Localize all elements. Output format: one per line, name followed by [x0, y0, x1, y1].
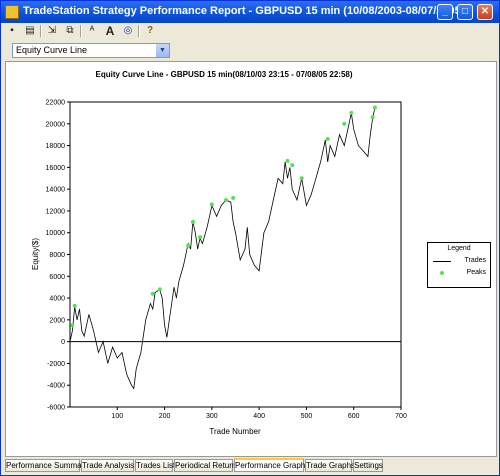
- x-tick-label: 500: [301, 413, 313, 420]
- tab-settings[interactable]: Settings: [353, 459, 383, 472]
- peak-point: [157, 287, 162, 292]
- peak-point: [372, 105, 377, 110]
- toolbar-separator: [40, 25, 42, 37]
- peak-point: [370, 115, 375, 120]
- legend-title: Legend: [447, 245, 471, 252]
- tab-periodical-returns[interactable]: Periodical Returns: [174, 459, 240, 472]
- peak-point: [349, 110, 354, 115]
- plot-area: [69, 101, 402, 408]
- peak-point: [150, 291, 155, 296]
- globe-icon[interactable]: ◎: [121, 24, 135, 38]
- y-tick-label: 22000: [46, 100, 66, 107]
- window-title: TradeStation Strategy Performance Report…: [23, 5, 465, 17]
- chart-panel: Equity Curve Line - GBPUSD 15 min(08/10/…: [5, 61, 497, 457]
- y-tick-label: 6000: [49, 274, 65, 281]
- y-tick-label: 20000: [46, 121, 66, 128]
- view-select-value: Equity Curve Line: [16, 45, 88, 55]
- save-icon[interactable]: ▪: [5, 24, 19, 38]
- chevron-down-icon[interactable]: ▼: [155, 44, 169, 57]
- report-tabs: Performance Summary Trade Analysis Trade…: [5, 458, 497, 473]
- legend-item-peaks: Peaks: [433, 269, 489, 278]
- maximize-button[interactable]: □: [457, 4, 473, 20]
- y-tick-label: 16000: [46, 165, 66, 172]
- peak-point: [231, 195, 236, 200]
- peak-point: [198, 235, 203, 240]
- legend-label-peaks: Peaks: [466, 269, 486, 276]
- peak-point: [190, 219, 195, 224]
- toolbar-separator: [138, 25, 140, 37]
- font-larger-icon[interactable]: A: [103, 24, 117, 38]
- x-tick-label: 300: [206, 413, 218, 420]
- peak-point: [72, 303, 77, 308]
- chart-legend: Legend Trades Peaks: [427, 242, 491, 288]
- x-axis-label: Trade Number: [209, 427, 261, 436]
- report-window: TradeStation Strategy Performance Report…: [0, 0, 500, 476]
- toolbar-separator: [80, 25, 82, 37]
- toolbar: ▪ ▤ ⇲ ⧉ ᴬ A ◎ ?: [3, 23, 499, 39]
- y-tick-label: 18000: [46, 143, 66, 150]
- y-axis-label: Equity($): [31, 238, 40, 270]
- y-tick-label: 12000: [46, 208, 66, 215]
- close-button[interactable]: ✕: [477, 4, 493, 20]
- peak-point: [285, 158, 290, 163]
- peak-point: [342, 121, 347, 126]
- y-tick-label: 0: [61, 339, 65, 346]
- x-tick-label: 600: [348, 413, 360, 420]
- export-icon[interactable]: ⇲: [45, 24, 59, 38]
- legend-label-trades: Trades: [464, 257, 486, 264]
- view-select[interactable]: Equity Curve Line ▼: [12, 43, 170, 58]
- minimize-button[interactable]: _: [437, 4, 453, 20]
- peak-point: [224, 198, 229, 203]
- y-tick-label: 8000: [49, 252, 65, 259]
- tab-trade-graphs[interactable]: Trade Graphs: [305, 459, 355, 472]
- print-icon[interactable]: ▤: [23, 24, 37, 38]
- tab-trade-analysis[interactable]: Trade Analysis: [81, 459, 134, 472]
- peak-point: [186, 243, 191, 248]
- equity-chart: -6000 -4000 -2000 0 2000 4000 6000 8000 10000 120…: [31, 100, 407, 437]
- app-icon: [5, 5, 19, 19]
- peak-point: [325, 137, 330, 142]
- y-tick-label: -6000: [47, 405, 65, 412]
- peak-point: [290, 163, 295, 168]
- peak-point: [209, 202, 214, 207]
- y-tick-label: 14000: [46, 187, 66, 194]
- title-bar[interactable]: TradeStation Strategy Performance Report…: [1, 1, 499, 23]
- trades-line-swatch: [433, 261, 451, 262]
- tab-performance-summary[interactable]: Performance Summary: [5, 459, 88, 472]
- x-tick-label: 200: [159, 413, 171, 420]
- y-tick-label: -4000: [47, 383, 65, 390]
- legend-item-trades: Trades: [433, 257, 489, 266]
- font-smaller-icon[interactable]: ᴬ: [85, 24, 99, 38]
- y-tick-label: 10000: [46, 230, 66, 237]
- help-icon[interactable]: ?: [143, 24, 157, 38]
- copy-icon[interactable]: ⧉: [63, 24, 77, 38]
- y-tick-label: 2000: [49, 317, 65, 324]
- y-tick-label: -2000: [47, 361, 65, 368]
- tab-performance-graphs[interactable]: Performance Graphs: [234, 458, 309, 472]
- tab-trades-list[interactable]: Trades List: [135, 459, 175, 472]
- x-tick-label: 700: [395, 413, 407, 420]
- peak-point: [299, 176, 304, 181]
- x-tick-label: 400: [253, 413, 265, 420]
- peak-point: [70, 323, 75, 328]
- peaks-marker-swatch: [440, 271, 444, 275]
- x-tick-label: 100: [111, 413, 123, 420]
- y-tick-label: 4000: [49, 296, 65, 303]
